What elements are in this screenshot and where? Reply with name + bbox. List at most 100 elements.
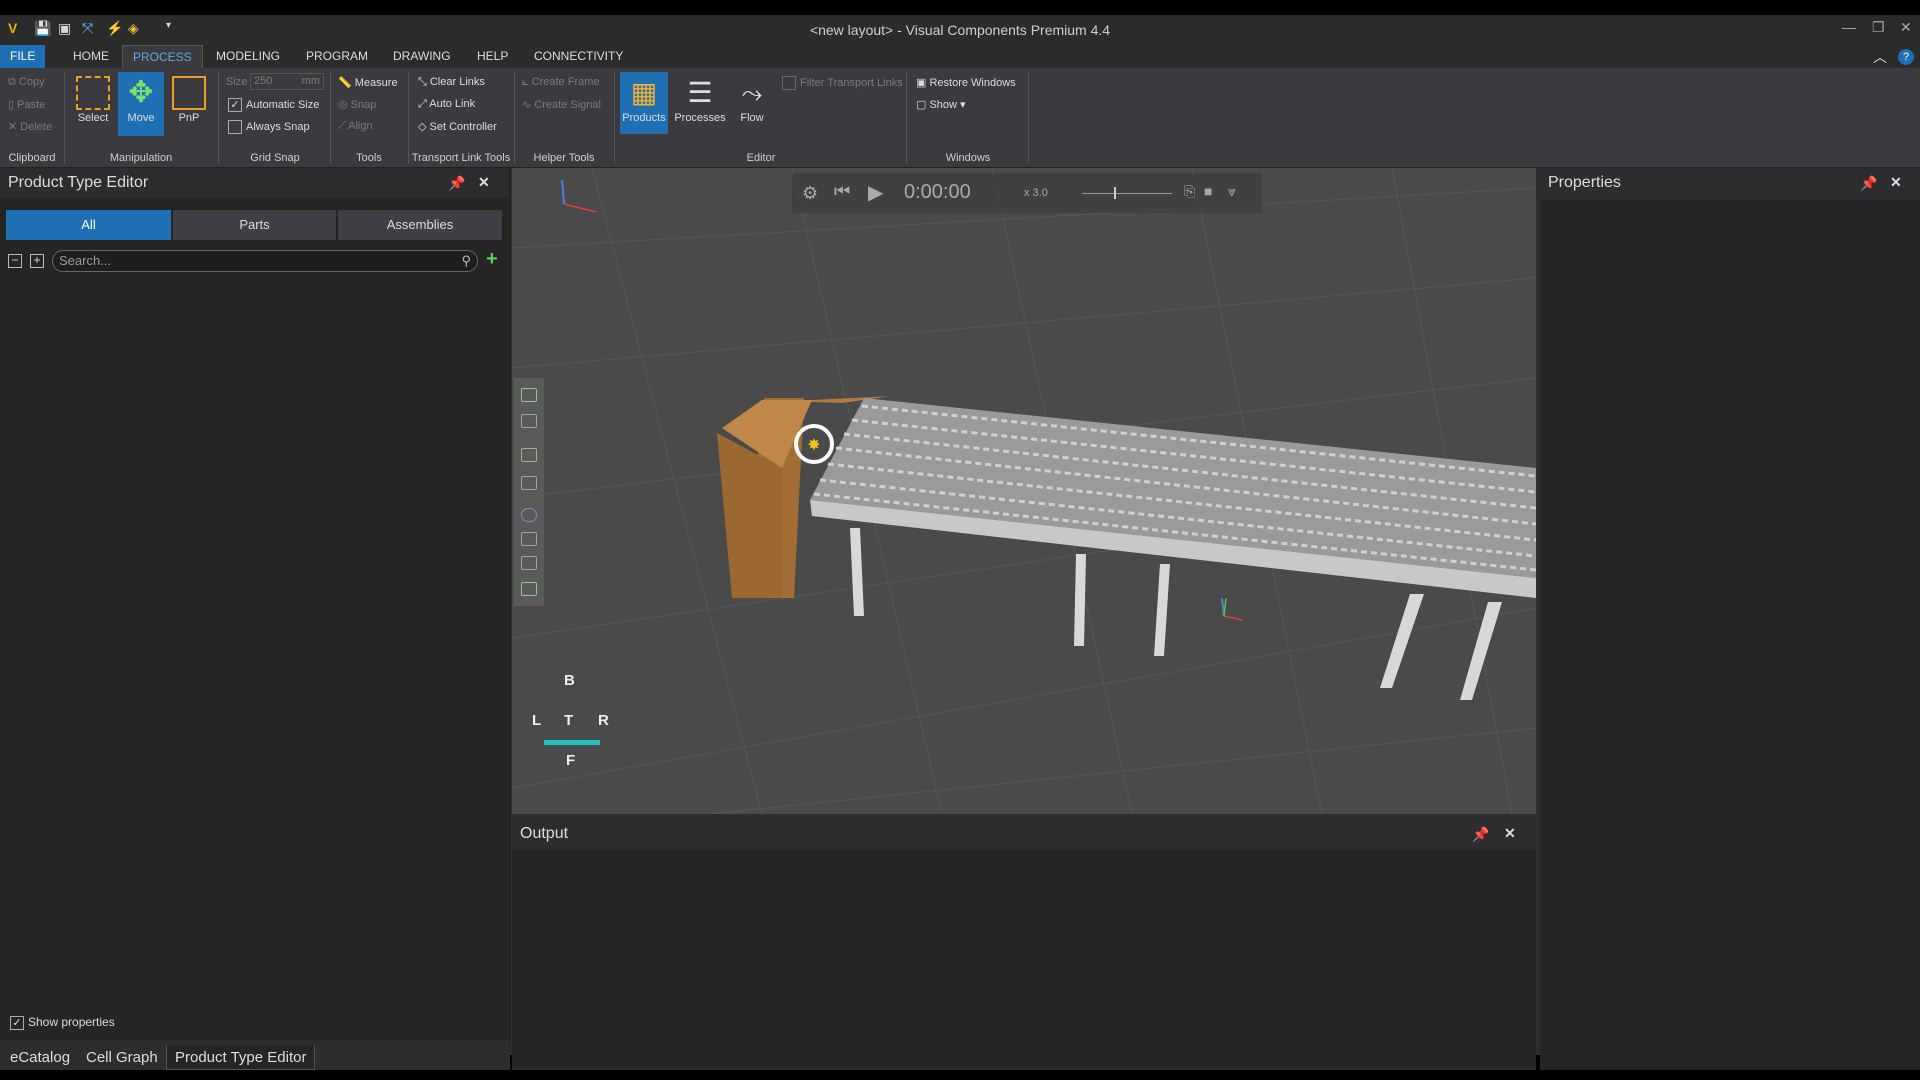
- auto-link-label: Auto Link: [429, 98, 476, 110]
- measure-button[interactable]: 📏 Measure: [338, 76, 398, 89]
- axis-icon[interactable]: [521, 532, 537, 546]
- restore-windows-button[interactable]: ▣ Restore Windows: [916, 76, 1016, 89]
- projection-icon[interactable]: [521, 476, 537, 490]
- filter-transport-links-label: Filter Transport Links: [800, 76, 903, 89]
- search-input[interactable]: Search... ⚲: [52, 250, 478, 272]
- speed-slider[interactable]: [1082, 193, 1172, 194]
- export-icon[interactable]: ⎘: [1184, 183, 1195, 200]
- pnp-button[interactable]: PnP: [166, 72, 212, 134]
- tab-product-type-editor[interactable]: Product Type Editor: [166, 1045, 316, 1070]
- panel-body: All Parts Assemblies − + Search... ⚲ + ✓…: [0, 198, 508, 1040]
- menu-help[interactable]: HELP: [467, 45, 518, 68]
- close-panel-icon[interactable]: ✕: [478, 174, 490, 191]
- select-label: Select: [77, 112, 109, 124]
- bottom-tab-bar: eCatalog Cell Graph Product Type Editor: [0, 1045, 510, 1070]
- move-button[interactable]: ✥ Move: [118, 72, 164, 136]
- clipboard-group-label: Clipboard: [8, 152, 56, 164]
- align-button[interactable]: ⟋ Align: [338, 120, 373, 133]
- collapse-ribbon-icon[interactable]: ︿: [1873, 47, 1887, 67]
- panel-title: Product Type Editor: [8, 174, 149, 191]
- snap-button[interactable]: ◎ Snap: [338, 98, 376, 111]
- render-mode-icon[interactable]: [521, 508, 537, 522]
- checkmark-icon: ✓: [10, 1015, 24, 1030]
- 3d-viewport[interactable]: ✸ ⚙ ⏮ ▶ 0:00:00 x 3.0 ⎘ ■ ⩔ B L T R F: [512, 168, 1536, 814]
- time-display: 0:00:00: [904, 181, 971, 203]
- group-separator: [1028, 72, 1029, 164]
- menu-program[interactable]: PROGRAM: [296, 45, 378, 68]
- pin-icon[interactable]: 📌: [448, 175, 465, 192]
- menu-drawing[interactable]: DRAWING: [383, 45, 461, 68]
- view-cube-right[interactable]: R: [598, 712, 609, 729]
- restore-icon[interactable]: ❐: [1872, 19, 1885, 36]
- set-controller-label: Set Controller: [429, 121, 497, 133]
- pin-icon[interactable]: 📌: [1472, 826, 1489, 843]
- group-separator: [906, 72, 907, 164]
- products-label: Products: [622, 112, 666, 124]
- tab-ecatalog[interactable]: eCatalog: [2, 1045, 78, 1070]
- group-separator: [64, 72, 65, 164]
- help-icon[interactable]: ?: [1898, 49, 1914, 65]
- speed-slider-handle[interactable]: [1114, 187, 1116, 199]
- menu-modeling[interactable]: MODELING: [206, 45, 290, 68]
- camera-icon[interactable]: ■: [1204, 183, 1212, 199]
- gear-icon[interactable]: ⚙: [802, 183, 818, 204]
- show-properties-checkbox[interactable]: ✓ Show properties: [10, 1015, 115, 1030]
- select-button[interactable]: Select: [70, 72, 116, 134]
- tab-cell-graph[interactable]: Cell Graph: [78, 1045, 166, 1070]
- tab-assemblies[interactable]: Assemblies: [338, 210, 502, 240]
- tab-parts[interactable]: Parts: [173, 210, 336, 240]
- create-signal-button[interactable]: ∿ Create Signal: [522, 98, 601, 111]
- close-window-icon[interactable]: ✕: [1900, 19, 1912, 36]
- flow-button[interactable]: ⤳ Flow: [730, 72, 774, 134]
- search-icon[interactable]: ⚲: [461, 251, 471, 271]
- create-frame-button[interactable]: ⟀ Create Frame: [522, 76, 600, 89]
- group-separator: [330, 72, 331, 164]
- view-cube-front[interactable]: F: [566, 752, 575, 769]
- display-options-icon[interactable]: [521, 582, 537, 596]
- always-snap-checkbox[interactable]: Always Snap: [228, 120, 310, 134]
- menu-home[interactable]: HOME: [63, 45, 119, 68]
- simulation-control-bar: ⚙ ⏮ ▶ 0:00:00 x 3.0 ⎘ ■ ⩔: [792, 173, 1262, 213]
- paste-button[interactable]: ▯ Paste: [8, 98, 45, 111]
- products-button[interactable]: ▦ Products: [620, 72, 668, 134]
- minimize-icon[interactable]: —: [1842, 19, 1856, 35]
- view-cube[interactable]: B L T R F: [526, 668, 616, 778]
- close-panel-icon[interactable]: ✕: [1890, 174, 1902, 191]
- tab-all[interactable]: All: [6, 210, 171, 240]
- view-cube-left[interactable]: L: [532, 712, 541, 729]
- show-properties-label: Show properties: [28, 1015, 115, 1029]
- fit-all-icon[interactable]: [521, 388, 537, 402]
- close-panel-icon[interactable]: ✕: [1504, 825, 1516, 842]
- add-icon[interactable]: +: [486, 248, 498, 271]
- view-cube-top[interactable]: T: [564, 712, 573, 729]
- search-placeholder: Search...: [59, 253, 112, 268]
- fit-selection-icon[interactable]: [521, 414, 537, 428]
- processes-button[interactable]: ☰ Processes: [672, 72, 728, 134]
- zoom-area-icon[interactable]: [521, 448, 537, 462]
- filter-icon[interactable]: ⩔: [1228, 183, 1236, 200]
- show-button[interactable]: ▢ Show ▾: [916, 98, 966, 111]
- snap-mode-icon[interactable]: [521, 556, 537, 570]
- copy-button[interactable]: ⧉ Copy: [8, 76, 45, 89]
- scene-canvas[interactable]: ✸: [512, 168, 1536, 814]
- filter-transport-links-checkbox[interactable]: Filter Transport Links: [782, 76, 903, 90]
- menu-process[interactable]: PROCESS: [122, 45, 203, 68]
- play-icon[interactable]: ▶: [868, 180, 883, 205]
- set-controller-button[interactable]: ◇ Set Controller: [418, 120, 497, 133]
- pin-icon[interactable]: 📌: [1860, 175, 1877, 192]
- clear-links-label: Clear Links: [429, 76, 485, 88]
- clear-links-button[interactable]: ⤡ Clear Links: [418, 76, 485, 89]
- menu-file[interactable]: FILE: [0, 45, 46, 68]
- reset-icon[interactable]: ⏮: [834, 181, 850, 202]
- measure-label: Measure: [354, 77, 398, 89]
- automatic-size-checkbox[interactable]: ✓ Automatic Size: [228, 98, 319, 112]
- delete-button[interactable]: ✕ Delete: [8, 120, 52, 133]
- auto-link-button[interactable]: ⤢ Auto Link: [418, 98, 475, 111]
- view-cube-back[interactable]: B: [564, 672, 575, 689]
- expand-all-icon[interactable]: +: [30, 254, 44, 268]
- view-cube-front-edge: [544, 740, 600, 745]
- properties-body: [1540, 200, 1920, 1070]
- collapse-all-icon[interactable]: −: [8, 254, 22, 268]
- size-input[interactable]: 250 mm: [250, 73, 324, 90]
- menu-connectivity[interactable]: CONNECTIVITY: [524, 45, 633, 68]
